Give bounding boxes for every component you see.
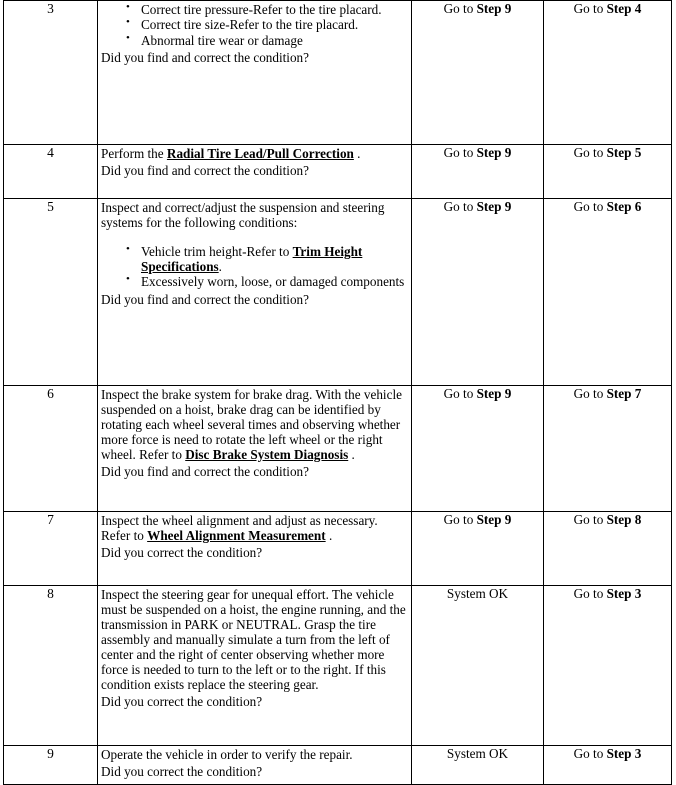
yes-result-cell: Go to Step 9 <box>411 0 544 145</box>
list-item: Correct tire size-Refer to the tire plac… <box>101 16 409 32</box>
no-prefix: Go to <box>573 199 607 214</box>
table-row: 5 Inspect and correct/adjust the suspens… <box>3 198 672 386</box>
action-text: Inspect the brake system for brake drag.… <box>101 387 409 462</box>
bullet-trail: . <box>218 258 222 274</box>
yes-result-cell: System OK <box>411 745 544 785</box>
step-number-cell: 3 <box>3 0 98 145</box>
list-item: Abnormal tire wear or damage <box>101 32 409 48</box>
action-question: Did you find and correct the condition? <box>101 291 310 307</box>
action-trail: . <box>353 146 361 161</box>
yes-prefix: Go to <box>443 1 477 16</box>
yes-target: System OK <box>446 586 509 601</box>
action-question: Did you correct the condition? <box>101 763 263 779</box>
no-prefix: Go to <box>573 746 607 761</box>
yes-target: System OK <box>446 746 509 761</box>
no-target: Step 7 <box>606 386 642 401</box>
no-target: Step 3 <box>606 586 642 601</box>
action-intro: Inspect and correct/adjust the suspensio… <box>101 200 385 230</box>
action-question: Did you find and correct the condition? <box>101 463 310 479</box>
table-row: 9 Operate the vehicle in order to verify… <box>3 745 672 785</box>
list-item: Correct tire pressure-Refer to the tire … <box>101 1 409 17</box>
no-result-cell: Go to Step 5 <box>543 144 672 199</box>
no-target: Step 3 <box>606 746 642 761</box>
action-question: Did you find and correct the condition? <box>101 50 310 66</box>
no-prefix: Go to <box>573 512 607 527</box>
bullet-list: Correct tire pressure-Refer to the tire … <box>101 1 409 48</box>
action-text: Operate the vehicle in order to verify t… <box>101 747 353 762</box>
yes-target: Step 9 <box>476 1 512 16</box>
reference-link[interactable]: Disc Brake System Diagnosis <box>185 447 348 462</box>
action-cell: Inspect the wheel alignment and adjust a… <box>97 511 412 586</box>
action-question: Did you correct the condition? <box>101 693 263 709</box>
yes-prefix: Go to <box>443 145 477 160</box>
no-prefix: Go to <box>573 145 607 160</box>
yes-target: Step 9 <box>476 386 512 401</box>
yes-target: Step 9 <box>476 199 512 214</box>
yes-result-cell: Go to Step 9 <box>411 198 544 386</box>
list-item: Excessively worn, loose, or damaged comp… <box>101 273 409 289</box>
action-cell: Correct tire pressure-Refer to the tire … <box>97 0 412 145</box>
step-number-cell: 5 <box>3 198 98 386</box>
reference-link[interactable]: Radial Tire Lead/Pull Correction <box>167 146 354 161</box>
no-result-cell: Go to Step 6 <box>543 198 672 386</box>
action-text: Inspect the steering gear for unequal ef… <box>101 587 406 692</box>
yes-target: Step 9 <box>476 145 512 160</box>
bullet-lead: Vehicle trim height-Refer to <box>141 243 293 259</box>
reference-link[interactable]: Wheel Alignment Measurement <box>147 528 326 543</box>
step-number-cell: 9 <box>3 745 98 785</box>
action-cell: Perform the Radial Tire Lead/Pull Correc… <box>97 144 412 199</box>
table-row: 3 Correct tire pressure-Refer to the tir… <box>3 0 672 145</box>
step-number-cell: 8 <box>3 585 98 746</box>
yes-result-cell: Go to Step 9 <box>411 144 544 199</box>
action-cell: Inspect and correct/adjust the suspensio… <box>97 198 412 386</box>
action-question: Did you correct the condition? <box>101 544 263 560</box>
no-target: Step 8 <box>606 512 642 527</box>
yes-result-cell: Go to Step 9 <box>411 511 544 586</box>
no-prefix: Go to <box>573 1 607 16</box>
action-cell: Inspect the steering gear for unequal ef… <box>97 585 412 746</box>
yes-prefix: Go to <box>443 512 477 527</box>
action-lead: Perform the <box>101 146 167 161</box>
yes-result-cell: System OK <box>411 585 544 746</box>
no-target: Step 4 <box>606 1 642 16</box>
no-prefix: Go to <box>573 386 607 401</box>
action-cell: Inspect the brake system for brake drag.… <box>97 385 412 512</box>
no-result-cell: Go to Step 3 <box>543 585 672 746</box>
yes-target: Step 9 <box>476 512 512 527</box>
action-question: Did you find and correct the condition? <box>101 162 310 178</box>
table-row: 8 Inspect the steering gear for unequal … <box>3 585 672 746</box>
table-row: 6 Inspect the brake system for brake dra… <box>3 385 672 512</box>
table-row: 7 Inspect the wheel alignment and adjust… <box>3 511 672 586</box>
step-number-cell: 7 <box>3 511 98 586</box>
action-trail: . <box>348 446 355 462</box>
no-result-cell: Go to Step 3 <box>543 745 672 785</box>
no-target: Step 5 <box>606 145 642 160</box>
step-number-cell: 4 <box>3 144 98 199</box>
action-text: Perform the Radial Tire Lead/Pull Correc… <box>101 146 409 161</box>
yes-prefix: Go to <box>443 199 477 214</box>
action-cell: Operate the vehicle in order to verify t… <box>97 745 412 785</box>
no-result-cell: Go to Step 4 <box>543 0 672 145</box>
yes-result-cell: Go to Step 9 <box>411 385 544 512</box>
diagnostic-steps-table: 3 Correct tire pressure-Refer to the tir… <box>3 0 672 785</box>
no-prefix: Go to <box>573 586 607 601</box>
bullet-list: Vehicle trim height-Refer to Trim Height… <box>101 243 409 289</box>
action-text: Inspect the wheel alignment and adjust a… <box>101 513 409 543</box>
document-page: 3 Correct tire pressure-Refer to the tir… <box>0 0 676 785</box>
action-trail: . <box>325 527 333 543</box>
table-row: 4 Perform the Radial Tire Lead/Pull Corr… <box>3 144 672 199</box>
no-target: Step 6 <box>606 199 642 214</box>
yes-prefix: Go to <box>443 386 477 401</box>
no-result-cell: Go to Step 8 <box>543 511 672 586</box>
list-item: Vehicle trim height-Refer to Trim Height… <box>101 243 409 274</box>
no-result-cell: Go to Step 7 <box>543 385 672 512</box>
step-number-cell: 6 <box>3 385 98 512</box>
